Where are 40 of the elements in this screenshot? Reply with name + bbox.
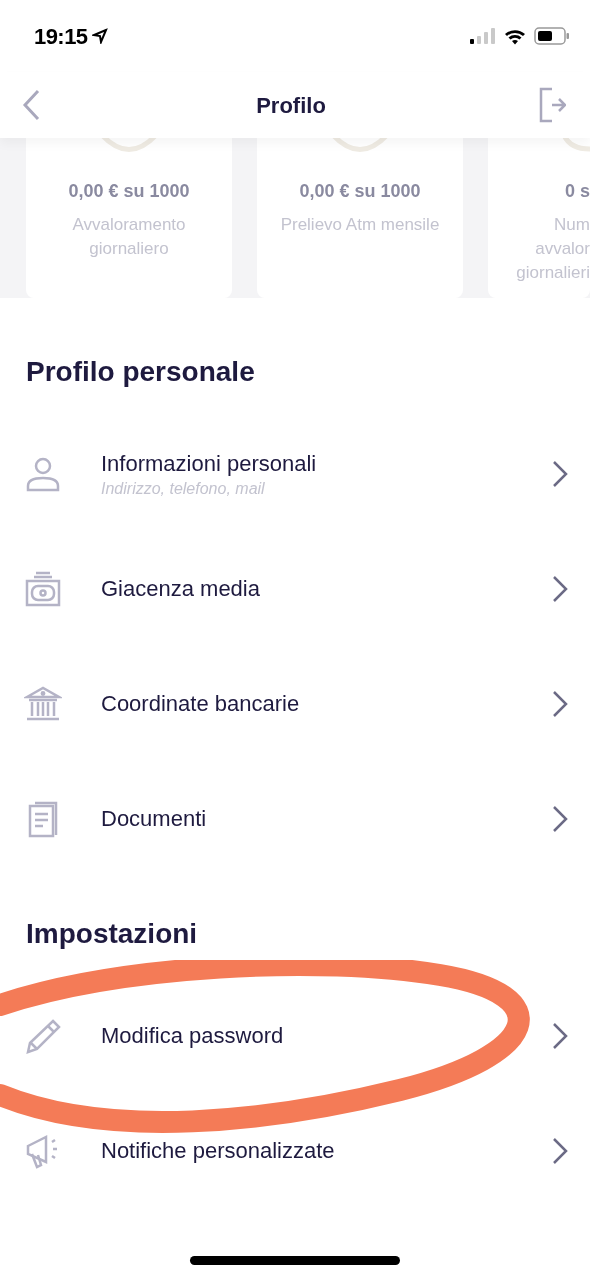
card-label: Num	[554, 214, 590, 236]
chevron-right-icon	[552, 1136, 568, 1165]
wifi-icon	[504, 27, 526, 45]
card-amount: 0 s	[564, 180, 590, 203]
card-label: giornaliero	[89, 238, 169, 260]
location-arrow-icon	[91, 28, 108, 44]
row-label: Notifiche personalizzate	[101, 1136, 336, 1165]
chevron-right-icon	[552, 804, 568, 833]
menu-row[interactable]: Notifiche personalizzate	[0, 1093, 590, 1208]
row-label: Coordinate bancarie	[101, 689, 301, 718]
back-chevron-icon	[22, 89, 40, 121]
card-label: avvalor	[535, 238, 590, 260]
row-label: Giacenza media	[101, 574, 261, 603]
menu-row[interactable]: Modifica password	[0, 978, 590, 1093]
header-title: Profilo	[256, 91, 326, 120]
card-amount: 0,00 € su 1000	[299, 180, 421, 203]
bank-icon	[24, 684, 62, 723]
row-label: Documenti	[101, 804, 208, 833]
signal-icon	[470, 28, 496, 44]
logout-icon	[538, 87, 566, 123]
banknote-icon	[24, 569, 62, 608]
chevron-right-icon	[552, 574, 568, 603]
row-label: Modifica password	[101, 1021, 285, 1050]
menu-row[interactable]: Giacenza media	[0, 531, 590, 646]
card-amount: 0,00 € su 1000	[68, 180, 190, 203]
card-label: Prelievo Atm mensile	[280, 214, 440, 236]
section-heading: Impostazioni	[25, 917, 199, 951]
chevron-right-icon	[552, 459, 568, 488]
card-label: Avvaloramento	[72, 214, 186, 236]
chevron-right-icon	[552, 689, 568, 718]
menu-row[interactable]: Coordinate bancarie	[0, 646, 590, 761]
row-label: Informazioni personali	[101, 449, 318, 478]
menu-row[interactable]: Informazioni personali Indirizzo, telefono, mail	[0, 416, 590, 531]
chevron-right-icon	[552, 1021, 568, 1050]
section-heading: Profilo personale	[25, 355, 256, 389]
row-subtitle: Indirizzo, telefono, mail	[101, 478, 266, 499]
card-label: giornalieri	[516, 262, 590, 284]
battery-icon	[534, 27, 570, 45]
status-time: 19:15	[34, 22, 88, 51]
menu-row[interactable]: Documenti	[0, 761, 590, 876]
